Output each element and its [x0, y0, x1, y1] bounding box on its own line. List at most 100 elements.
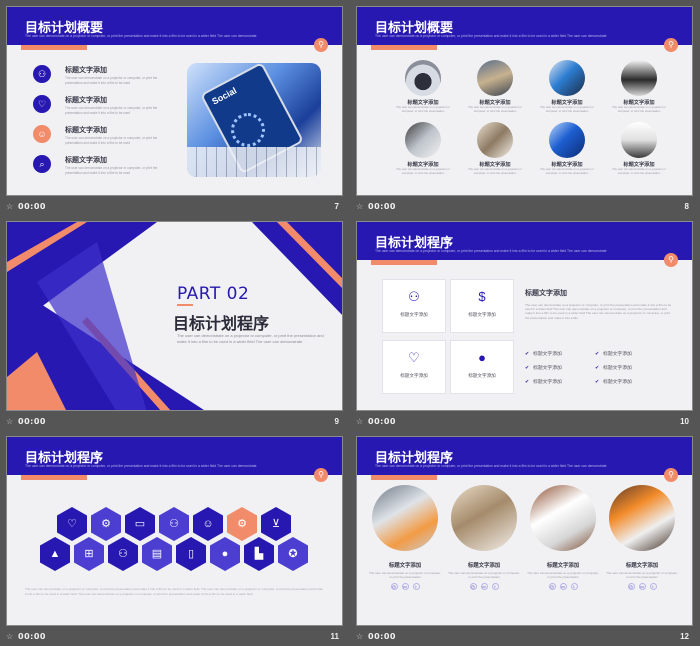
photo-item: 标题文字添加 The user can demonstrate on a pro…	[393, 122, 453, 175]
timer-icon: ☆	[356, 632, 364, 641]
photo-card: 标题文字添加 The user can demonstrate on a pro…	[606, 485, 678, 590]
slide-footer: ☆ 00:00 10	[356, 415, 693, 429]
slide-footnote: The user can demonstrate on a projector …	[25, 587, 323, 596]
check-icon: ✔	[525, 380, 530, 385]
clock-icon: ◷	[390, 583, 398, 590]
item-body: The user can demonstrate on a projector …	[540, 105, 594, 113]
trash-icon: ▯	[176, 537, 206, 571]
feature-label: 标题文字添加	[468, 312, 496, 317]
social-phone-photo: Social	[187, 63, 321, 177]
card-icons: ◷ ▭ i	[527, 583, 599, 590]
slide-thumbnail-12[interactable]: 目标计划程序 The user can demonstrate on a pro…	[350, 430, 699, 645]
card-body: The user can demonstrate on a projector …	[448, 571, 520, 579]
card-title: 标题文字添加	[625, 563, 659, 569]
item-title: 标题文字添加	[65, 126, 107, 134]
hands-photo	[477, 122, 513, 158]
slide-footer: ☆ 00:00 9	[6, 415, 343, 429]
check-item: ✔ 标题文字添加	[595, 350, 632, 357]
accent-bar	[371, 260, 437, 265]
info-icon: i	[570, 583, 578, 590]
slide-time: 00:00	[368, 202, 396, 211]
accent-bar	[371, 45, 437, 50]
slide-time: 00:00	[18, 632, 46, 641]
feature-box: ♡ 标题文字添加	[382, 340, 446, 394]
check-label: 标题文字添加	[603, 380, 632, 385]
item-body: The user can demonstrate on a projector …	[540, 167, 594, 175]
info-icon: i	[649, 583, 657, 590]
check-item: ✔ 标题文字添加	[595, 378, 632, 385]
dial-image	[231, 113, 265, 147]
slide-footer: ☆ 00:00 8	[356, 200, 693, 214]
gear-icon: ⚙	[91, 507, 121, 541]
rocket-icon: ▲	[40, 537, 70, 571]
slide-thumbnail-8[interactable]: 目标计划概要 The user can demonstrate on a pro…	[350, 0, 699, 215]
slide-header: 目标计划程序 The user can demonstrate on a pro…	[357, 222, 692, 260]
tablet-hands-photo	[451, 485, 517, 551]
slide-thumbnail-7[interactable]: 目标计划概要 The user can demonstrate on a pro…	[0, 0, 349, 215]
user-group-icon: ⚇	[159, 507, 189, 541]
settings-icon: ⚙	[227, 507, 257, 541]
feature-label: 标题文字添加	[400, 373, 428, 378]
accent-line	[177, 304, 193, 306]
slide-number: 8	[684, 202, 689, 211]
slide-subtitle: The user can demonstrate on a projector …	[375, 34, 607, 38]
accent-bar	[21, 45, 87, 50]
people-icon: ⚇	[33, 65, 51, 83]
slide-footer: ☆ 00:00 7	[6, 200, 343, 214]
slide-subtitle: The user can demonstrate on a projector …	[375, 464, 607, 468]
location-pin-icon: ⚲	[664, 38, 678, 52]
location-pin-icon: ⚲	[664, 468, 678, 482]
heart-icon: ♡	[57, 507, 87, 541]
item-body: The user can demonstrate on a projector …	[65, 76, 158, 85]
earphones-photo	[609, 485, 675, 551]
slide-number: 10	[680, 417, 689, 426]
item-body: The user can demonstrate on a projector …	[65, 166, 158, 175]
slide-thumbnail-10[interactable]: 目标计划程序 The user can demonstrate on a pro…	[350, 215, 699, 430]
phone-photo	[549, 60, 585, 96]
card-icons: ◷ ▭ i	[606, 583, 678, 590]
desk-photo	[621, 60, 657, 96]
timer-icon: ☆	[356, 202, 364, 211]
timer-icon: ☆	[6, 632, 14, 641]
cart-icon: ⊻	[261, 507, 291, 541]
item-body: The user can demonstrate on a projector …	[65, 106, 158, 115]
slide-time: 00:00	[368, 632, 396, 641]
location-pin-icon: ⚲	[664, 253, 678, 267]
info-icon: i	[491, 583, 499, 590]
slide-time: 00:00	[18, 202, 46, 211]
photo-item: 标题文字添加 The user can demonstrate on a pro…	[537, 60, 597, 113]
monitor-photo	[621, 122, 657, 158]
item-body: The user can demonstrate on a projector …	[612, 167, 666, 175]
presentation-icon: ▭	[125, 507, 155, 541]
feature-box: $ 标题文字添加	[450, 279, 514, 333]
slide-subtitle: The user can demonstrate on a projector …	[25, 34, 257, 38]
photo-item: 标题文字添加 The user can demonstrate on a pro…	[609, 122, 669, 175]
accent-bar	[21, 475, 87, 480]
chat-icon: ▭	[559, 583, 567, 590]
document-icon: ▤	[142, 537, 172, 571]
chat-icon: ▭	[638, 583, 646, 590]
part-label: PART 02	[177, 284, 250, 304]
item-body: The user can demonstrate on a projector …	[468, 167, 522, 175]
card-body: The user can demonstrate on a projector …	[606, 571, 678, 579]
globe-icon: ●	[210, 537, 240, 571]
detail-body: The user can demonstrate on a projector …	[525, 303, 672, 320]
card-title: 标题文字添加	[388, 563, 422, 569]
timer-icon: ☆	[356, 417, 364, 426]
chat-icon: ▭	[480, 583, 488, 590]
photo-item: 标题文字添加 The user can demonstrate on a pro…	[537, 122, 597, 175]
photo-item: 标题文字添加 The user can demonstrate on a pro…	[393, 60, 453, 113]
check-item: ✔ 标题文字添加	[595, 364, 632, 371]
camera-photo	[405, 60, 441, 96]
card-body: The user can demonstrate on a projector …	[527, 571, 599, 579]
slide-thumbnail-9[interactable]: PART 02 目标计划程序 The user can demonstrate …	[0, 215, 349, 430]
slide-number: 12	[680, 632, 689, 641]
photo-item: 标题文字添加 The user can demonstrate on a pro…	[465, 122, 525, 175]
slide-number: 11	[330, 632, 339, 641]
dollar-icon: $	[478, 289, 486, 304]
slide-header: 目标计划程序 The user can demonstrate on a pro…	[357, 437, 692, 475]
slide-thumbnail-11[interactable]: 目标计划程序 The user can demonstrate on a pro…	[0, 430, 349, 645]
slide-canvas: 目标计划程序 The user can demonstrate on a pro…	[356, 221, 693, 411]
keyboard-photo	[405, 122, 441, 158]
item-body: The user can demonstrate on a projector …	[468, 105, 522, 113]
